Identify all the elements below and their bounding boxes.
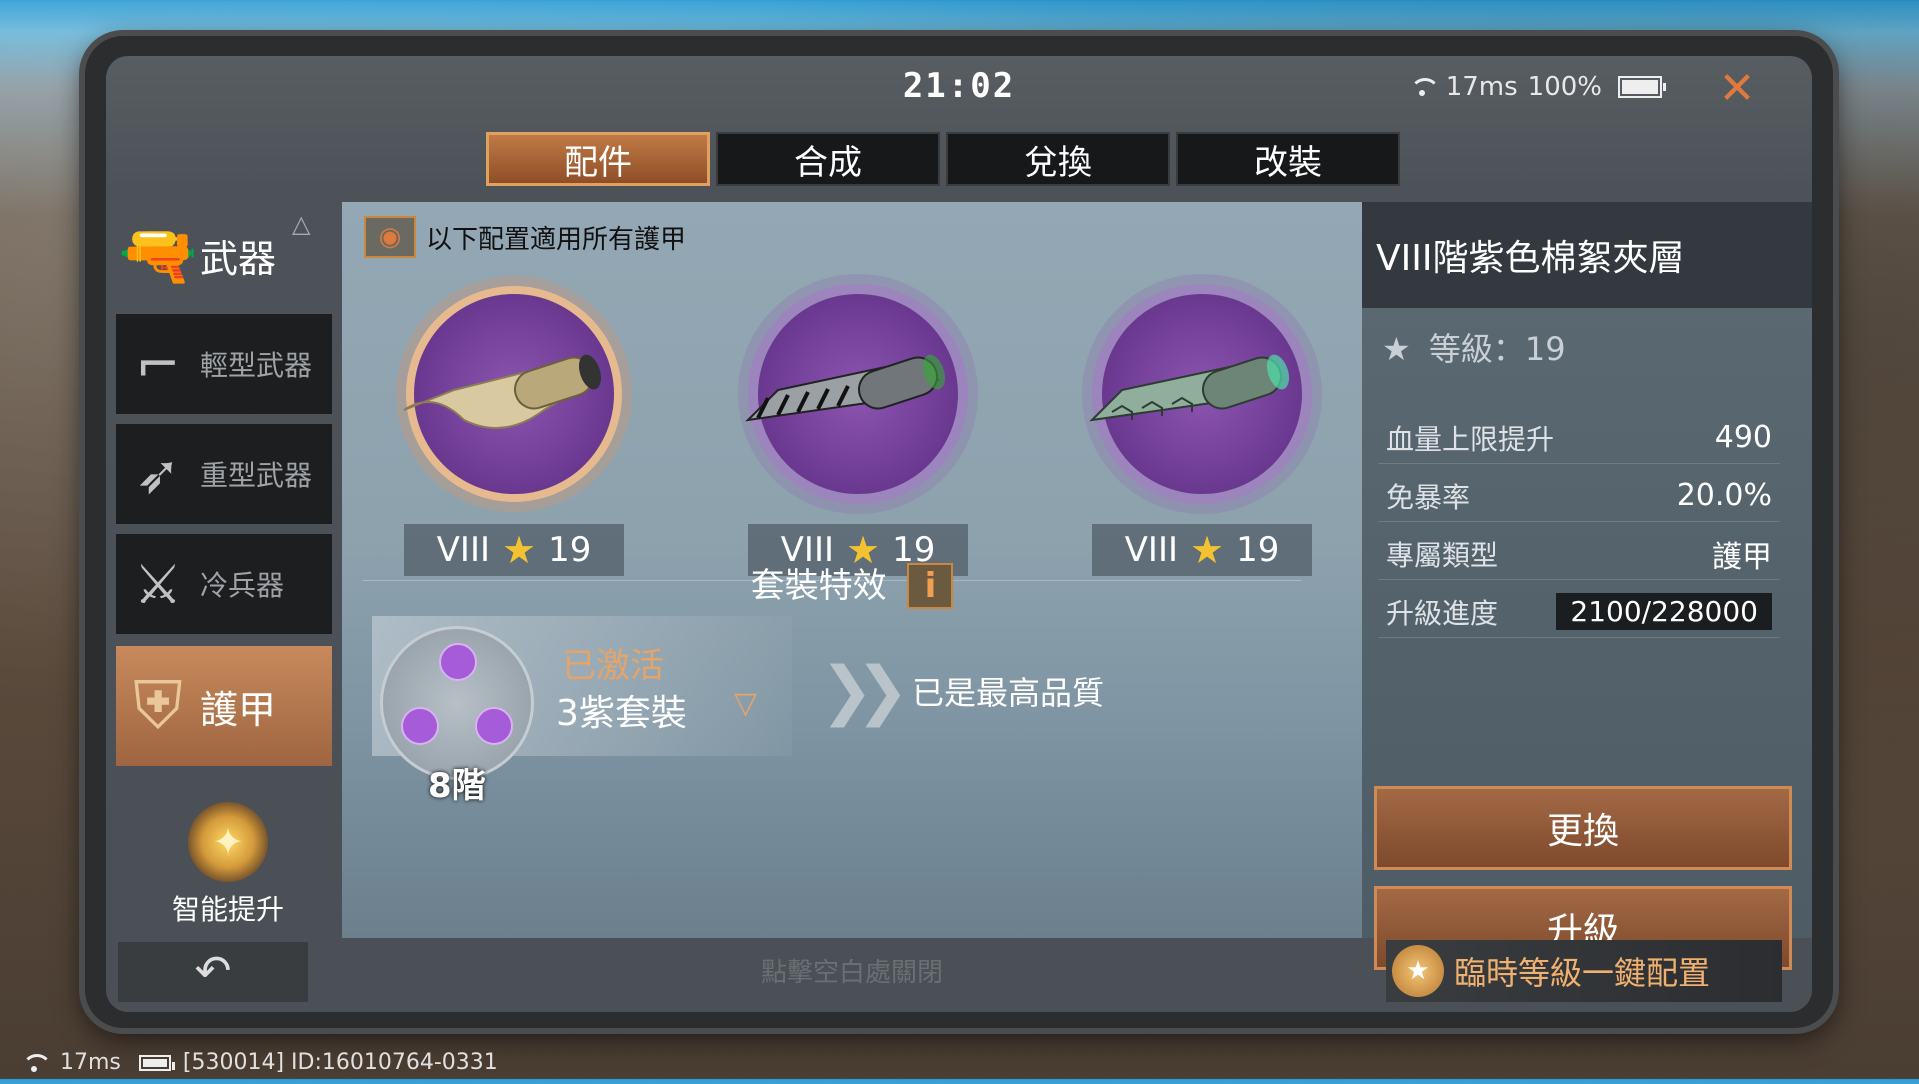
wifi-icon (1408, 76, 1440, 98)
upgrade-progress: 2100/228000 (1556, 593, 1772, 630)
category-light-weapon[interactable]: ⌐ 輕型武器 (116, 314, 332, 414)
accessory-main: ◉ 以下配置適用所有護甲 VIII ★ 19 VIII ★ 19 VIII ★ … (342, 202, 1362, 938)
armor-vest-icon: ⛨ (133, 666, 183, 744)
status-area: 17ms 100% (1408, 72, 1666, 102)
category-cold-weapon[interactable]: ⚔ 冷兵器 (116, 534, 332, 634)
stat-row: 升級進度 2100/228000 (1378, 586, 1780, 638)
player-id: [530014] ID:16010764-0331 (182, 1050, 498, 1075)
suit-badge[interactable] (380, 626, 534, 780)
item-title: VIII階紫色棉絮夾層 (1362, 202, 1812, 308)
battery-text: 100% (1527, 72, 1602, 102)
stat-value: 護甲 (1712, 539, 1772, 575)
suit-effect-label: 套裝特效 (750, 566, 887, 606)
detail-panel: VIII階紫色棉絮夾層 ★ 等級：19 血量上限提升 490 免暴率 20.0%… (1362, 202, 1812, 970)
note-row: ◉ 以下配置適用所有護甲 (364, 216, 686, 258)
chain-mail-roll-icon (745, 354, 946, 422)
suit-grade: 8階 (428, 766, 486, 806)
item-rank: ★ 等級：19 (1382, 324, 1566, 370)
tab-accessory[interactable]: 配件 (486, 132, 710, 186)
config-label: 臨時等級一鍵配置 (1454, 954, 1711, 992)
tab-modify[interactable]: 改裝 (1176, 132, 1400, 186)
back-arrow-icon: ↶ (194, 946, 232, 997)
rank-text: 等級：19 (1428, 330, 1566, 368)
stat-label: 升級進度 (1386, 596, 1499, 630)
max-quality-text: 已是最高品質 (912, 674, 1105, 712)
stat-row: 專屬類型 護甲 (1378, 528, 1780, 580)
top-bar: 21:02 17ms 100% ✕ 配件 合成 兌換 改裝 (106, 56, 1812, 202)
stat-value: 20.0% (1676, 478, 1772, 513)
bottom-status-bar: 17ms [530014] ID:16010764-0331 (20, 1050, 498, 1075)
purple-dot-icon (439, 643, 477, 681)
close-hint: 點擊空白處關閉 (760, 958, 943, 988)
smart-upgrade-button[interactable]: ✦ 智能提升 (158, 802, 298, 928)
pistol-icon: 🔫 (118, 218, 198, 293)
star-icon: ★ (1382, 330, 1411, 368)
purple-dot-icon (401, 707, 439, 745)
collapse-arrow-icon[interactable]: △ (292, 210, 310, 238)
lightbulb-icon: ✦ (188, 802, 268, 882)
stat-label: 免暴率 (1386, 480, 1471, 514)
category-label: 重型武器 (200, 459, 313, 492)
tab-synthesis[interactable]: 合成 (716, 132, 940, 186)
category-heavy-weapon[interactable]: ➶ 重型武器 (116, 424, 332, 524)
fabric-roll-icon (403, 354, 602, 429)
one-click-config-button[interactable]: ★ 臨時等級一鍵配置 (1386, 940, 1782, 1002)
info-icon[interactable]: i (907, 563, 954, 609)
category-sidebar: 🔫 武器 △ ⌐ 輕型武器 ➶ 重型武器 ⚔ 冷兵器 ⛨ 護甲 ✦ 智能提升 (116, 202, 332, 926)
battery-icon (138, 1054, 175, 1071)
smart-upgrade-label: 智能提升 (171, 893, 284, 926)
accessory-slot-1[interactable]: VIII ★ 19 (384, 280, 644, 580)
category-label: 武器 (200, 236, 277, 281)
category-label: 輕型武器 (200, 349, 313, 382)
battery-icon (1618, 76, 1666, 98)
tablet-screen: 21:02 17ms 100% ✕ 配件 合成 兌換 改裝 🔫 武器 △ ⌐ 輕… (106, 56, 1812, 1012)
category-label: 護甲 (200, 687, 277, 732)
close-button[interactable]: ✕ (1714, 66, 1760, 112)
rocket-launcher-icon: ➶ (135, 442, 181, 506)
accessory-slot-2[interactable]: VIII ★ 19 (728, 280, 988, 580)
hex-plate-roll-icon (1089, 354, 1290, 422)
category-label: 冷兵器 (200, 569, 285, 602)
suit-name[interactable]: 3紫套裝 (556, 684, 687, 736)
wifi-icon (20, 1052, 52, 1074)
tab-bar: 配件 合成 兌換 改裝 (486, 132, 1400, 186)
note-text: 以下配置適用所有護甲 (426, 224, 687, 255)
smg-icon: ⌐ (135, 332, 181, 396)
replace-button[interactable]: 更換 (1374, 786, 1792, 870)
eye-icon[interactable]: ◉ (364, 216, 416, 258)
close-icon: ✕ (1718, 63, 1756, 114)
stat-row: 免暴率 20.0% (1378, 470, 1780, 522)
chevron-down-icon[interactable]: ▽ (734, 686, 757, 721)
tablet-frame: 21:02 17ms 100% ✕ 配件 合成 兌換 改裝 🔫 武器 △ ⌐ 輕… (85, 36, 1833, 1028)
suit-effect-title: 套裝特效 i (342, 558, 1362, 609)
stat-label: 血量上限提升 (1386, 422, 1555, 456)
suit-active-label: 已激活 (562, 646, 664, 686)
back-button[interactable]: ↶ (118, 942, 308, 1002)
stat-value: 490 (1714, 420, 1772, 455)
category-armor[interactable]: ⛨ 護甲 (116, 646, 332, 766)
bottom-ping: 17ms (60, 1050, 121, 1075)
purple-dot-icon (475, 707, 513, 745)
coin-star-icon: ★ (1392, 945, 1444, 997)
stat-label: 專屬類型 (1386, 538, 1499, 572)
tab-exchange[interactable]: 兌換 (946, 132, 1170, 186)
knife-icon: ⚔ (133, 552, 183, 616)
double-chevron-icon: ❯❯ (820, 654, 909, 728)
accessory-slot-3[interactable]: VIII ★ 19 (1072, 280, 1332, 580)
stat-row: 血量上限提升 490 (1378, 412, 1780, 464)
ping-text: 17ms (1445, 72, 1518, 102)
